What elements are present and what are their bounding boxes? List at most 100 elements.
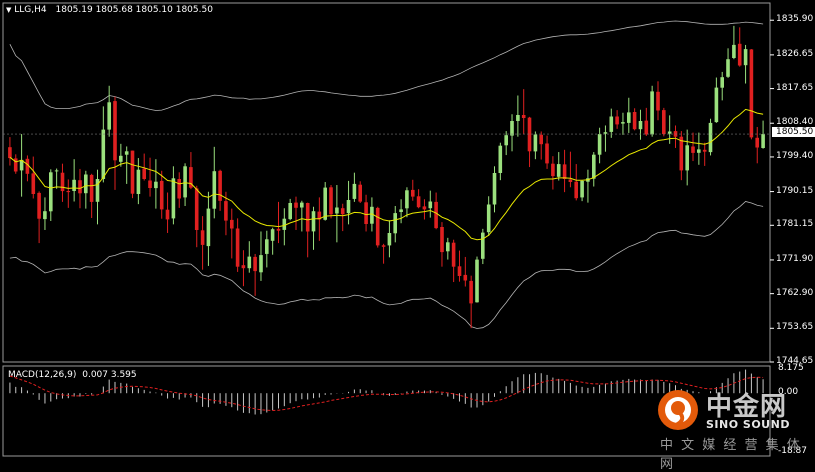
- candle-body: [54, 170, 59, 172]
- candle-body: [323, 187, 327, 220]
- candle-body: [340, 208, 345, 215]
- price-tick-label: 1808.40: [776, 117, 814, 128]
- candle-55: [329, 185, 333, 219]
- candle-body: [656, 91, 660, 111]
- candle-body: [346, 200, 351, 214]
- macd-values: 0.007 3.595: [82, 370, 137, 380]
- candle-body: [294, 202, 298, 208]
- candle-body: [43, 211, 47, 220]
- candle-body: [200, 230, 205, 245]
- candle-body: [370, 206, 374, 224]
- candle-body: [592, 154, 596, 179]
- candle-body: [235, 228, 240, 267]
- candle-body: [749, 49, 754, 138]
- candle-body: [632, 112, 637, 130]
- candle-body: [685, 145, 689, 171]
- chart-window: ▼ LLG,H4 1805.19 1805.68 1805.10 1805.50…: [0, 0, 815, 472]
- candle-body: [440, 227, 444, 253]
- candle-body: [136, 169, 141, 194]
- candle-body: [387, 233, 392, 246]
- candle-body: [638, 121, 643, 130]
- candle-80: [475, 256, 479, 303]
- candle-body: [714, 87, 719, 123]
- candle-body: [545, 143, 549, 164]
- candle-body: [521, 115, 526, 118]
- candle-body: [434, 201, 438, 229]
- candle-body: [113, 101, 117, 161]
- candle-body: [165, 209, 170, 220]
- candle-body: [603, 132, 608, 134]
- candle-body: [451, 242, 456, 267]
- candle-body: [556, 164, 561, 177]
- candle-body: [60, 172, 65, 192]
- candle-body: [329, 187, 333, 215]
- dropdown-triangle-icon[interactable]: ▼: [6, 6, 11, 14]
- candle-body: [615, 116, 619, 125]
- candle-body: [194, 188, 199, 230]
- candle-body: [78, 180, 82, 194]
- candle-body: [597, 134, 602, 155]
- candle-body: [276, 228, 281, 231]
- candle-body: [416, 196, 421, 208]
- price-tick-label: 1817.65: [776, 82, 814, 93]
- ohlc-values: 1805.19 1805.68 1805.10 1805.50: [55, 5, 213, 15]
- candle-body: [183, 166, 187, 198]
- candle-body: [667, 131, 672, 134]
- candle-body: [732, 44, 736, 58]
- candle-body: [422, 206, 427, 210]
- candle-body: [737, 43, 742, 66]
- candle-body: [253, 256, 257, 272]
- brand-sub: 中 文 媒 经 营 集 体 网: [660, 438, 802, 472]
- candle-body: [702, 149, 707, 152]
- candle-body: [516, 115, 520, 121]
- candle-body: [66, 191, 71, 193]
- candle-body: [72, 179, 76, 191]
- price-tick-label: 1762.90: [776, 287, 814, 298]
- candle-body: [84, 174, 88, 194]
- candle-body: [364, 202, 368, 224]
- candle-body: [282, 218, 287, 230]
- candle-body: [171, 178, 176, 219]
- candle-body: [89, 174, 94, 202]
- price-tick-label: 1781.15: [776, 219, 814, 230]
- candle-body: [621, 122, 625, 124]
- candle-body: [574, 181, 578, 199]
- candle-body: [697, 149, 701, 153]
- candle-body: [446, 242, 450, 252]
- candle-body: [358, 184, 362, 202]
- candle-body: [405, 190, 409, 209]
- brand-en: SINO SOUND: [706, 418, 790, 431]
- sino-sound-logo-icon: [658, 390, 698, 430]
- candle-body: [609, 116, 614, 132]
- price-tick-label: 1835.90: [776, 14, 814, 25]
- candle-body: [224, 201, 228, 221]
- candle-body: [393, 213, 397, 234]
- current-price-tag: 1805.50: [772, 127, 815, 138]
- candle-body: [130, 150, 135, 194]
- candle-body: [352, 183, 357, 199]
- candle-body: [551, 163, 555, 177]
- candle-body: [8, 147, 12, 159]
- candle-body: [206, 208, 211, 247]
- candle-body: [49, 172, 53, 212]
- candle-body: [457, 266, 462, 276]
- candle-body: [212, 171, 217, 209]
- candle-body: [218, 170, 222, 201]
- candle-body: [154, 181, 158, 189]
- candle-body: [119, 155, 123, 162]
- candle-127: [749, 49, 754, 140]
- macd-tick-label: 8.175: [778, 363, 804, 373]
- candle-body: [247, 256, 252, 269]
- candle-body: [265, 239, 269, 254]
- candle-body: [270, 229, 275, 241]
- candle-body: [510, 121, 514, 136]
- candle-body: [259, 255, 263, 273]
- candle-body: [486, 204, 491, 233]
- candle-body: [381, 245, 386, 247]
- candle-body: [177, 179, 181, 199]
- candle-body: [533, 134, 538, 152]
- candle-body: [288, 203, 292, 220]
- candle-body: [300, 202, 304, 208]
- candle-body: [644, 120, 649, 135]
- candle-body: [148, 180, 152, 188]
